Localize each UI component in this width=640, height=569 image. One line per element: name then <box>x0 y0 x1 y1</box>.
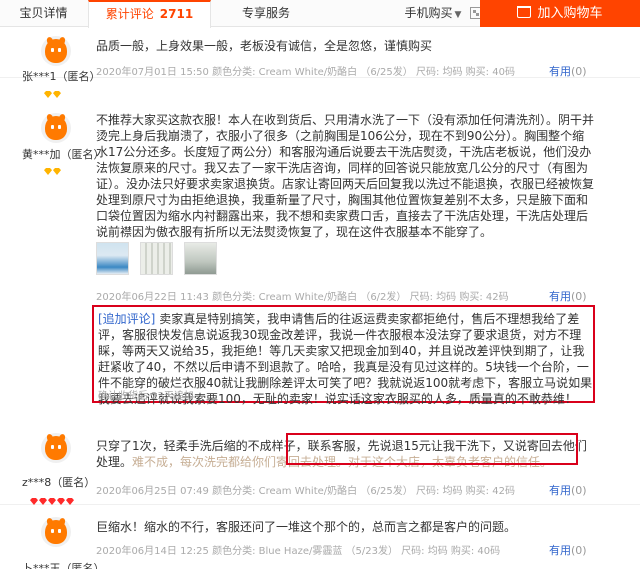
reviewer-name: z***8（匿名） <box>22 476 96 489</box>
vip-badge-icon <box>44 160 62 175</box>
review-photo-thumbnail[interactable] <box>184 242 217 275</box>
useful-button[interactable]: 有用(0) <box>549 63 587 79</box>
reviewer-name: 张***1（匿名） <box>22 70 101 83</box>
avatar[interactable] <box>41 433 71 463</box>
followup-review-highlight: [追加评论] 卖家真是特别搞笑，我申请售后的往返运费卖家都拒绝付，售后不理想我给… <box>92 305 595 406</box>
useful-count: (0) <box>571 544 587 557</box>
useful-label: 有用 <box>549 484 571 497</box>
review-text: 品质一般，上身效果一般，老板没有诚信，全是忽悠，谨慎购买 <box>96 39 433 53</box>
highlight-box <box>286 433 578 465</box>
followup-meta: 确认收货后 23天追加 <box>98 391 194 402</box>
review-meta: 2020年06月22日 11:43 颜色分类: Cream White/奶酪白 … <box>96 292 509 303</box>
user-avatar-icon <box>45 39 67 63</box>
review-item: 张***1（匿名） 品质一般，上身效果一般，老板没有诚信，全是忽悠，谨慎购买 2… <box>0 28 640 98</box>
review-meta: 2020年06月25日 07:49 颜色分类: Cream White/奶酪白 … <box>96 486 515 497</box>
review-text: 不推荐大家买这款衣服！本人在收到货后、只用清水洗了一下（没有添加任何清洗剂）。阴… <box>96 113 595 239</box>
review-photo-thumbnail[interactable] <box>96 242 129 275</box>
tab-reviews-label: 累计评论 <box>105 7 154 21</box>
cart-icon <box>517 6 532 18</box>
add-to-cart-button[interactable]: 加入购物车 <box>480 0 640 27</box>
tab-reviews[interactable]: 累计评论 2711 <box>88 0 211 28</box>
useful-count: (0) <box>571 65 587 78</box>
useful-label: 有用 <box>549 65 571 78</box>
add-to-cart-label: 加入购物车 <box>537 6 603 21</box>
useful-button[interactable]: 有用(0) <box>549 288 587 304</box>
useful-count: (0) <box>571 290 587 303</box>
review-count: 2711 <box>159 7 194 21</box>
user-avatar-icon <box>45 116 67 140</box>
avatar[interactable] <box>41 113 71 143</box>
useful-button[interactable]: 有用(0) <box>549 542 587 558</box>
mobile-buy-label: 手机购买 <box>404 6 453 20</box>
reviewer-name: 卜***王（匿名） <box>22 562 105 569</box>
tab-bar: 宝贝详情 累计评论 2711 专享服务 手机购买 ▼ 加入购物车 <box>0 0 640 28</box>
review-item: 卜***王（匿名） 巨缩水！缩水的不行，客服还问了一堆这个那个的，总而言之都是客… <box>0 505 640 569</box>
user-avatar-icon <box>45 436 67 460</box>
review-photo-thumbnail[interactable] <box>140 242 173 275</box>
tab-product-detail[interactable]: 宝贝详情 <box>0 0 87 27</box>
vip-badge-icon <box>30 490 75 505</box>
followup-tag: [追加评论] <box>98 312 156 326</box>
useful-label: 有用 <box>549 544 571 557</box>
tab-service[interactable]: 专享服务 <box>226 0 306 27</box>
user-avatar-icon <box>45 520 67 544</box>
review-text-part: 只穿了1次，轻柔手洗后缩的不成样子， <box>96 439 308 453</box>
chevron-down-icon: ▼ <box>454 10 462 20</box>
review-meta: 2020年07月01日 15:50 颜色分类: Cream White/奶酪白 … <box>96 67 515 78</box>
avatar[interactable] <box>41 517 71 547</box>
useful-count: (0) <box>571 484 587 497</box>
useful-label: 有用 <box>549 290 571 303</box>
avatar[interactable] <box>41 36 71 66</box>
mobile-buy-dropdown[interactable]: 手机购买 ▼ <box>398 0 468 27</box>
useful-button[interactable]: 有用(0) <box>549 482 587 498</box>
review-text: 巨缩水！缩水的不行，客服还问了一堆这个那个的，总而言之都是客户的问题。 <box>96 520 517 534</box>
review-meta: 2020年06月14日 12:25 颜色分类: Blue Haze/雾霾蓝 （5… <box>96 546 501 557</box>
